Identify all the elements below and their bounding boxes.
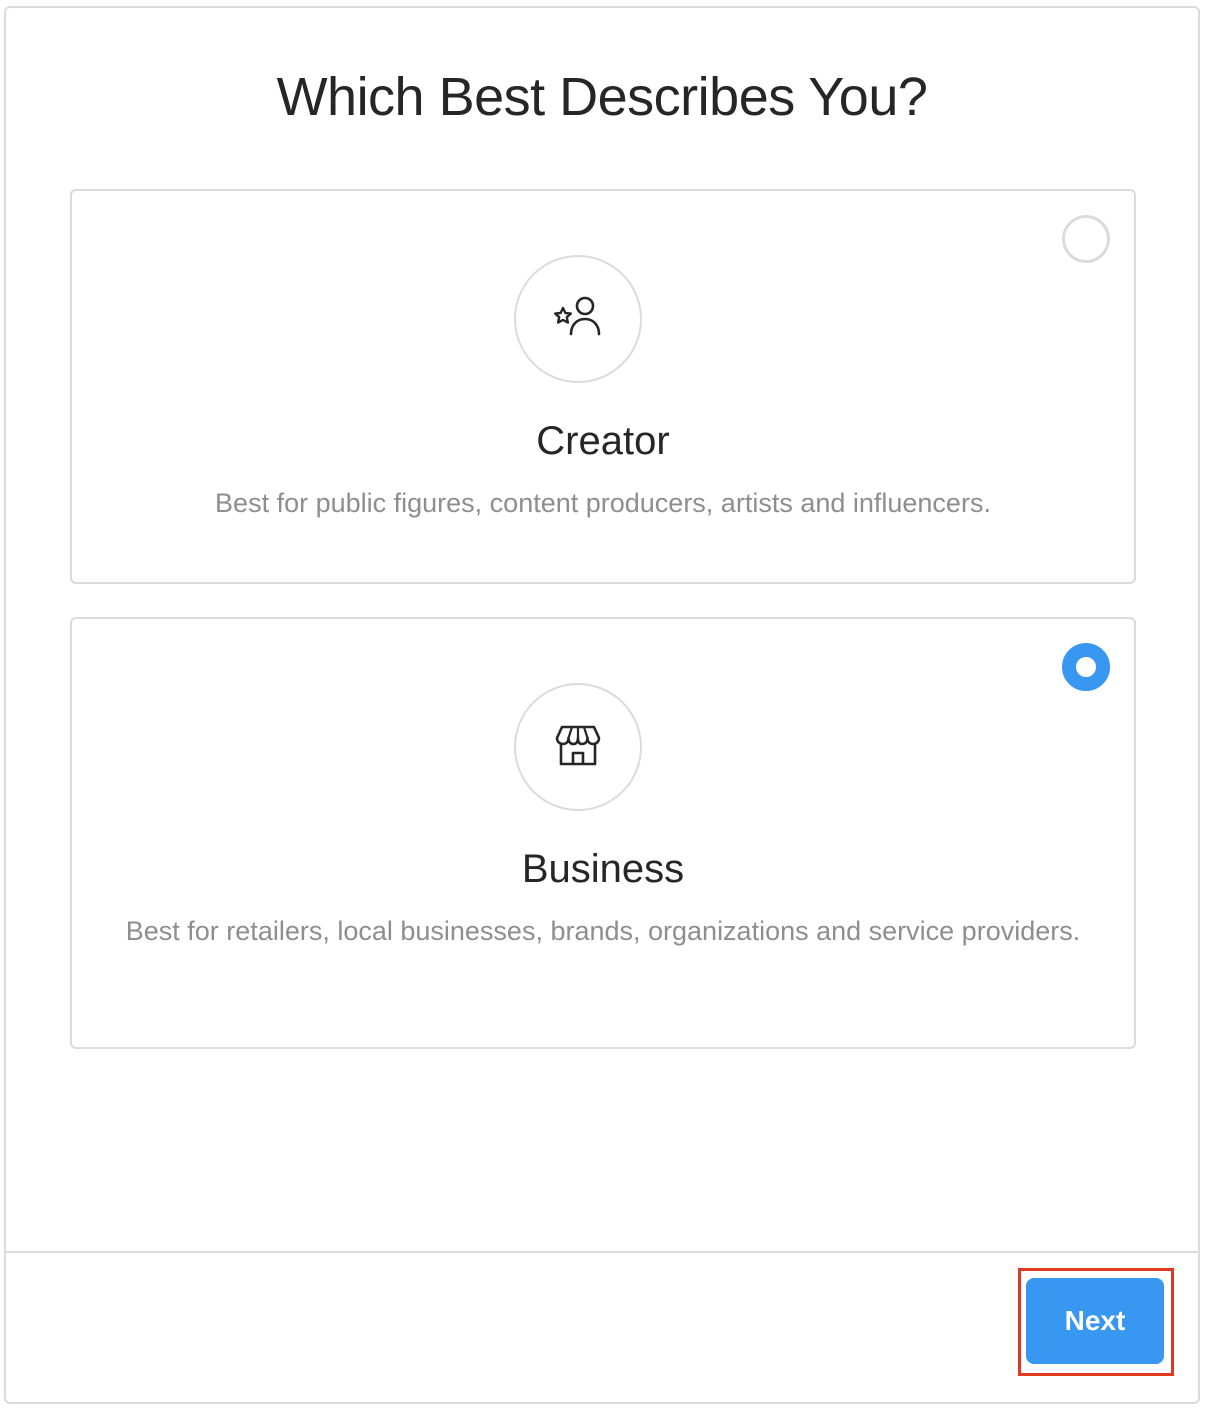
creator-radio[interactable] [1062,215,1110,263]
business-description: Best for retailers, local businesses, br… [125,916,1081,946]
next-button[interactable]: Next [1026,1278,1164,1364]
footer-divider [6,1251,1198,1253]
business-icon-circle [514,683,642,811]
creator-star-person-icon [552,295,604,344]
dialog-title: Which Best Describes You? [276,67,928,127]
option-card-business[interactable]: Business Best for retailers, local busin… [70,617,1136,1049]
account-type-dialog: Which Best Describes You? Creator Best f… [4,6,1200,1404]
business-title: Business [521,847,685,891]
creator-icon-circle [514,255,642,383]
creator-title: Creator [536,419,670,463]
business-radio[interactable] [1062,643,1110,691]
option-card-creator[interactable]: Creator Best for public figures, content… [70,189,1136,584]
storefront-icon [554,721,602,774]
creator-description: Best for public figures, content produce… [215,488,991,518]
